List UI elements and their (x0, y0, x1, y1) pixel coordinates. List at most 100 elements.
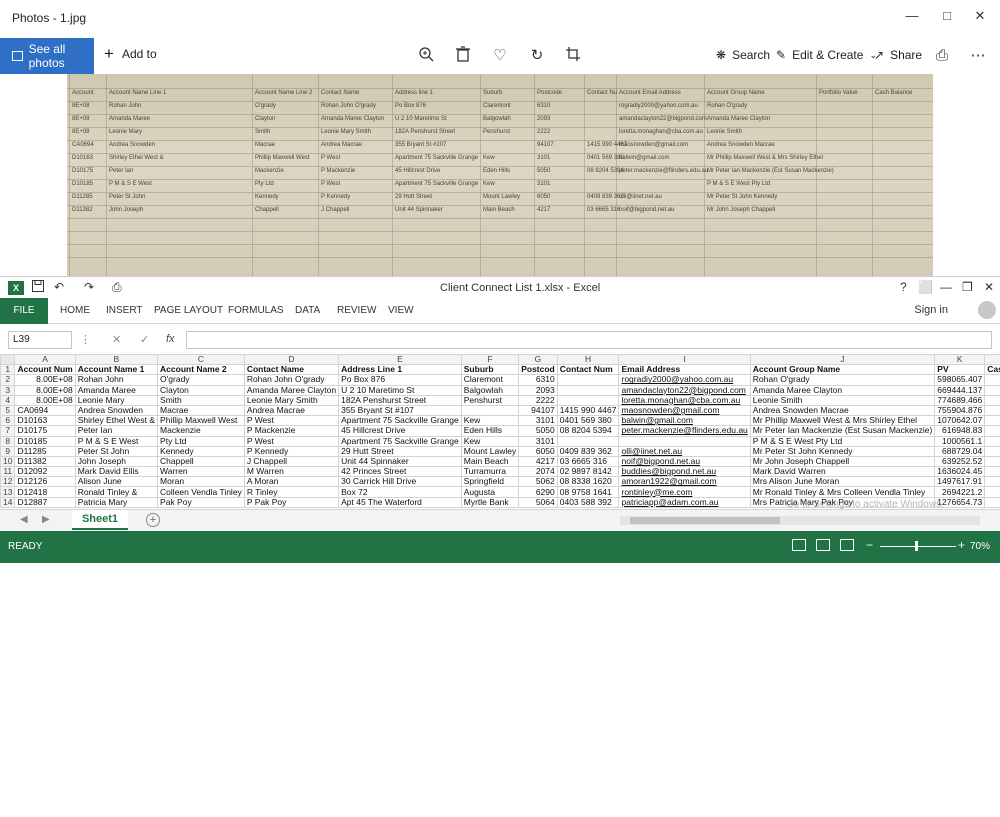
tab-insert[interactable]: INSERT (106, 305, 143, 316)
cell[interactable]: Mr Peter Ian Mackenzie (Est Susan Macken… (750, 426, 935, 436)
cell[interactable]: Mr Peter St John Kennedy (750, 446, 935, 456)
add-sheet-button[interactable]: + (146, 513, 160, 527)
cell[interactable]: J Chappell (244, 456, 338, 466)
cell[interactable]: Mr Ronald Tinley & Mrs Colleen Vendla Ti… (750, 487, 935, 497)
restore-button[interactable]: ❒ (962, 280, 973, 294)
prev-sheet-arrow-icon[interactable]: ◀ (20, 514, 28, 525)
cell[interactable]: Rohan O'grady (750, 375, 935, 385)
cell[interactable]: P M & S E West (75, 436, 157, 446)
tab-page-layout[interactable]: PAGE LAYOUT (154, 305, 223, 316)
cell[interactable]: 34530.15 (985, 477, 1000, 487)
cell[interactable]: D10163 (15, 416, 75, 426)
minimize-button[interactable]: — (940, 280, 952, 294)
cell[interactable]: 669444.137 (935, 385, 985, 395)
cell[interactable]: P Pak Poy (244, 497, 338, 507)
cell[interactable]: Eden Hills (461, 426, 518, 436)
tab-file[interactable]: FILE (0, 298, 48, 324)
cell[interactable]: noif@bigpond.net.au (619, 456, 750, 466)
crop-icon[interactable] (563, 46, 583, 66)
cell[interactable]: P West (244, 436, 338, 446)
cell[interactable]: Andrea Snowden (75, 405, 157, 415)
cell[interactable]: P Mackenzie (244, 426, 338, 436)
page-layout-view-icon[interactable] (816, 539, 830, 551)
cell[interactable]: Andrea Snowden Macrae (750, 405, 935, 415)
favorite-heart-icon[interactable]: ♡ (490, 46, 510, 66)
sign-in-link[interactable]: Sign in (914, 304, 948, 316)
column-header[interactable]: I (619, 355, 750, 365)
cell[interactable]: Moran (158, 477, 245, 487)
cell[interactable]: P West (244, 416, 338, 426)
cell[interactable]: 616948.83 (935, 426, 985, 436)
cell[interactable]: rontinley@me.com (619, 487, 750, 497)
cell[interactable]: P M & S E West Pty Ltd (750, 436, 935, 446)
row-header[interactable]: 11 (1, 467, 15, 477)
share-button[interactable]: ↗ Share (874, 48, 922, 62)
cell[interactable]: Account Group Name (750, 365, 935, 375)
cell[interactable]: Turramurra (461, 467, 518, 477)
cell[interactable]: 29 Hutt Street (339, 446, 462, 456)
cell[interactable]: 221397.15 (985, 467, 1000, 477)
cell[interactable]: 639252.52 (935, 456, 985, 466)
name-box-dropdown-icon[interactable]: ⋮ (80, 333, 91, 346)
cell[interactable]: 8.00E+08 (15, 375, 75, 385)
cell[interactable]: balwin@gmail.com (619, 416, 750, 426)
enter-checkmark-icon[interactable]: ✓ (140, 333, 149, 346)
cell[interactable]: 182A Penshurst Street (339, 395, 462, 405)
column-header[interactable]: K (935, 355, 985, 365)
photo-viewer[interactable]: AccountAccount Name Line 1Account Name L… (67, 74, 933, 276)
cell[interactable]: maosnowden@gmail.com (619, 405, 750, 415)
cell[interactable]: R Tinley (244, 487, 338, 497)
tab-home[interactable]: HOME (60, 305, 90, 316)
cell[interactable]: Leonie Smith (750, 395, 935, 405)
row-header[interactable]: 3 (1, 385, 15, 395)
avatar[interactable] (978, 301, 996, 319)
add-to-button[interactable]: + Add to (104, 47, 157, 61)
save-icon[interactable] (32, 280, 44, 295)
cell[interactable] (557, 385, 619, 395)
cell[interactable]: D12126 (15, 477, 75, 487)
cell[interactable] (619, 436, 750, 446)
column-header[interactable]: F (461, 355, 518, 365)
cell[interactable]: Warren (158, 467, 245, 477)
cancel-icon[interactable]: ✕ (112, 333, 121, 346)
cell[interactable]: Mark David Ellis (75, 467, 157, 477)
cell[interactable]: Mount Lawley (461, 446, 518, 456)
cell[interactable]: 5062 (519, 477, 558, 487)
tab-review[interactable]: REVIEW (337, 305, 376, 316)
cell[interactable]: Phillip Maxwell West (158, 416, 245, 426)
cell[interactable]: Kennedy (158, 446, 245, 456)
cell[interactable]: Mr Phillip Maxwell West & Mrs Shirley Et… (750, 416, 935, 426)
cell[interactable]: Email Address (619, 365, 750, 375)
cell[interactable]: D10175 (15, 426, 75, 436)
help-button[interactable]: ? (900, 280, 907, 294)
more-options-icon[interactable]: ⋯ (968, 46, 988, 66)
cell[interactable] (557, 436, 619, 446)
tab-view[interactable]: VIEW (388, 305, 414, 316)
next-sheet-arrow-icon[interactable]: ▶ (42, 514, 50, 525)
photos-minimize-button[interactable]: — (900, 8, 924, 23)
column-header[interactable]: G (519, 355, 558, 365)
cell[interactable]: 3101 (519, 436, 558, 446)
cell[interactable]: amandaclayton22@bigpond.com (619, 385, 750, 395)
column-header[interactable]: C (158, 355, 245, 365)
select-all-corner[interactable] (1, 355, 15, 365)
close-button[interactable]: ✕ (984, 280, 994, 294)
cell[interactable]: Pak Poy (158, 497, 245, 507)
cell[interactable]: Balgowlah (461, 385, 518, 395)
cell[interactable]: Macrae (158, 405, 245, 415)
cell[interactable]: Pty Ltd (158, 436, 245, 446)
row-header[interactable]: 1 (1, 365, 15, 375)
cell[interactable]: Cash Balance (985, 365, 1000, 375)
column-header[interactable]: J (750, 355, 935, 365)
cell[interactable]: 4217 (519, 456, 558, 466)
cell[interactable]: Apt 45 The Waterford (339, 497, 462, 507)
column-header[interactable]: H (557, 355, 619, 365)
column-header[interactable]: E (339, 355, 462, 365)
cell[interactable]: 5369.9 (985, 385, 1000, 395)
cell[interactable]: 1415 990 4467 (557, 405, 619, 415)
cell[interactable]: 589857.76 (985, 436, 1000, 446)
delete-icon[interactable] (453, 46, 473, 66)
undo-icon[interactable]: ↶ (54, 280, 64, 294)
cell[interactable]: 688729.04 (935, 446, 985, 456)
cell[interactable]: Amanda Maree Clayton (750, 385, 935, 395)
